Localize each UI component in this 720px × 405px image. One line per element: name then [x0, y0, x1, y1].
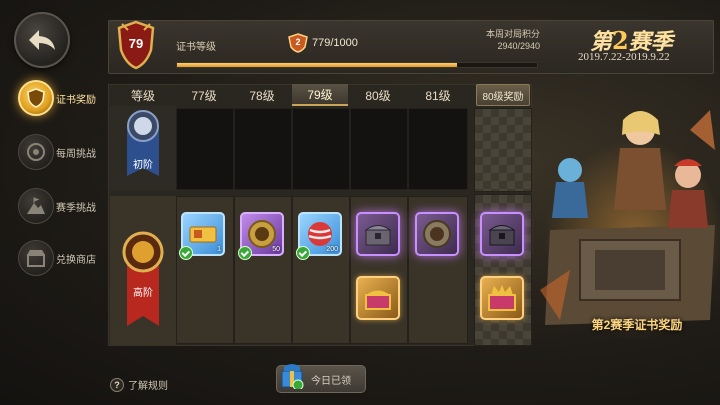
gold-ticket-icon	[189, 226, 217, 243]
reward-item-chest[interactable]	[480, 212, 524, 256]
mountain-flag-icon	[18, 188, 54, 224]
back-button[interactable]	[14, 12, 70, 68]
nav-label: 兑换商店	[56, 254, 96, 266]
level-number: 79	[128, 36, 144, 51]
reward-item-chest[interactable]	[356, 212, 400, 256]
reward-item-red-ball[interactable]: 200	[296, 212, 342, 260]
tier-advanced-label: 高阶	[133, 288, 153, 299]
reward-item-gold-ticket[interactable]: 1	[179, 212, 225, 260]
reward-column-cell	[474, 108, 532, 192]
column-header-77: 77级	[191, 88, 217, 103]
rules-label: 了解规则	[128, 381, 168, 392]
column-header-79: 79级	[292, 84, 348, 106]
grid-cell	[350, 108, 408, 190]
xp-progress-text: 779/1000	[312, 37, 358, 49]
lion-token-icon	[423, 220, 451, 248]
season-heroes-illustration	[540, 110, 720, 340]
chest-icon	[488, 225, 516, 246]
item-quantity: 50	[272, 246, 280, 253]
rules-link[interactable]: ? 了解规则	[110, 377, 168, 392]
item-quantity: 200	[326, 246, 338, 253]
column-header-80: 80级	[365, 88, 391, 103]
season-dates: 2019.7.22-2019.9.22	[578, 51, 670, 63]
reward-item-gold-crown-chest[interactable]	[480, 276, 524, 320]
nav-item-weekly-challenge[interactable]: 每周挑战	[18, 132, 96, 172]
gift-box-icon	[280, 361, 304, 391]
nav-label: 每周挑战	[56, 148, 96, 160]
target-icon	[18, 134, 54, 170]
shop-icon	[18, 240, 54, 276]
gold-chest-icon	[365, 290, 391, 310]
question-icon: ?	[110, 377, 124, 392]
blue-tier-emblem-icon	[127, 110, 159, 176]
grid-cell	[292, 108, 350, 190]
red-tier-emblem-icon	[122, 231, 164, 326]
level-shield-badge: 79	[116, 20, 156, 70]
weekly-points: 本周对局积分 2940/2940	[470, 28, 540, 52]
nav-item-exchange-shop[interactable]: 兑换商店	[18, 238, 96, 278]
tier-basic-label: 初阶	[133, 160, 153, 171]
shield-badge-icon	[18, 80, 54, 116]
grid-cell	[408, 108, 468, 190]
claimed-today-label: 今日已领	[311, 375, 351, 387]
claimed-check-icon	[238, 246, 252, 260]
reward-item-lion-token[interactable]: 50	[238, 212, 284, 260]
cert-level-label: 证书等级	[176, 42, 216, 53]
lion-token-icon	[248, 220, 276, 248]
xp-badge-number: 2	[295, 37, 301, 47]
back-arrow-icon	[29, 30, 55, 50]
nav-item-season-challenge[interactable]: 赛季挑战	[18, 186, 96, 226]
xp-progress-bar	[176, 62, 538, 68]
season-reward-caption: 第2赛季证书奖励	[591, 318, 683, 332]
gold-crown-chest-icon	[488, 285, 516, 311]
column-header-81: 81级	[425, 88, 451, 103]
reward-item-lion-token[interactable]	[415, 212, 459, 256]
level-80-reward-header: 80级奖励	[476, 84, 530, 106]
nav-label: 赛季挑战	[56, 202, 96, 214]
nav-item-cert-rewards[interactable]: 证书奖励	[18, 78, 96, 118]
claimed-check-icon	[296, 246, 310, 260]
reward-item-gold-chest[interactable]	[356, 276, 400, 320]
grid-cell	[176, 108, 234, 190]
weekly-points-label: 本周对局积分	[485, 29, 540, 39]
weekly-points-value: 2940/2940	[497, 41, 540, 51]
season-character-artwork	[540, 90, 720, 340]
nav-label: 证书奖励	[56, 94, 96, 106]
level-column-header: 等级	[130, 88, 155, 103]
xp-badge: 2	[288, 33, 308, 53]
item-quantity: 1	[217, 246, 221, 253]
grid-cell	[234, 108, 292, 190]
red-striped-ball-icon	[308, 222, 332, 246]
xp-progress-fill	[177, 63, 458, 67]
claimed-check-icon	[179, 246, 193, 260]
tier-basic-banner: 初阶	[110, 106, 176, 190]
tier-advanced-banner: 高阶	[110, 196, 176, 346]
chest-icon	[364, 225, 392, 246]
column-header-78: 78级	[249, 88, 275, 103]
